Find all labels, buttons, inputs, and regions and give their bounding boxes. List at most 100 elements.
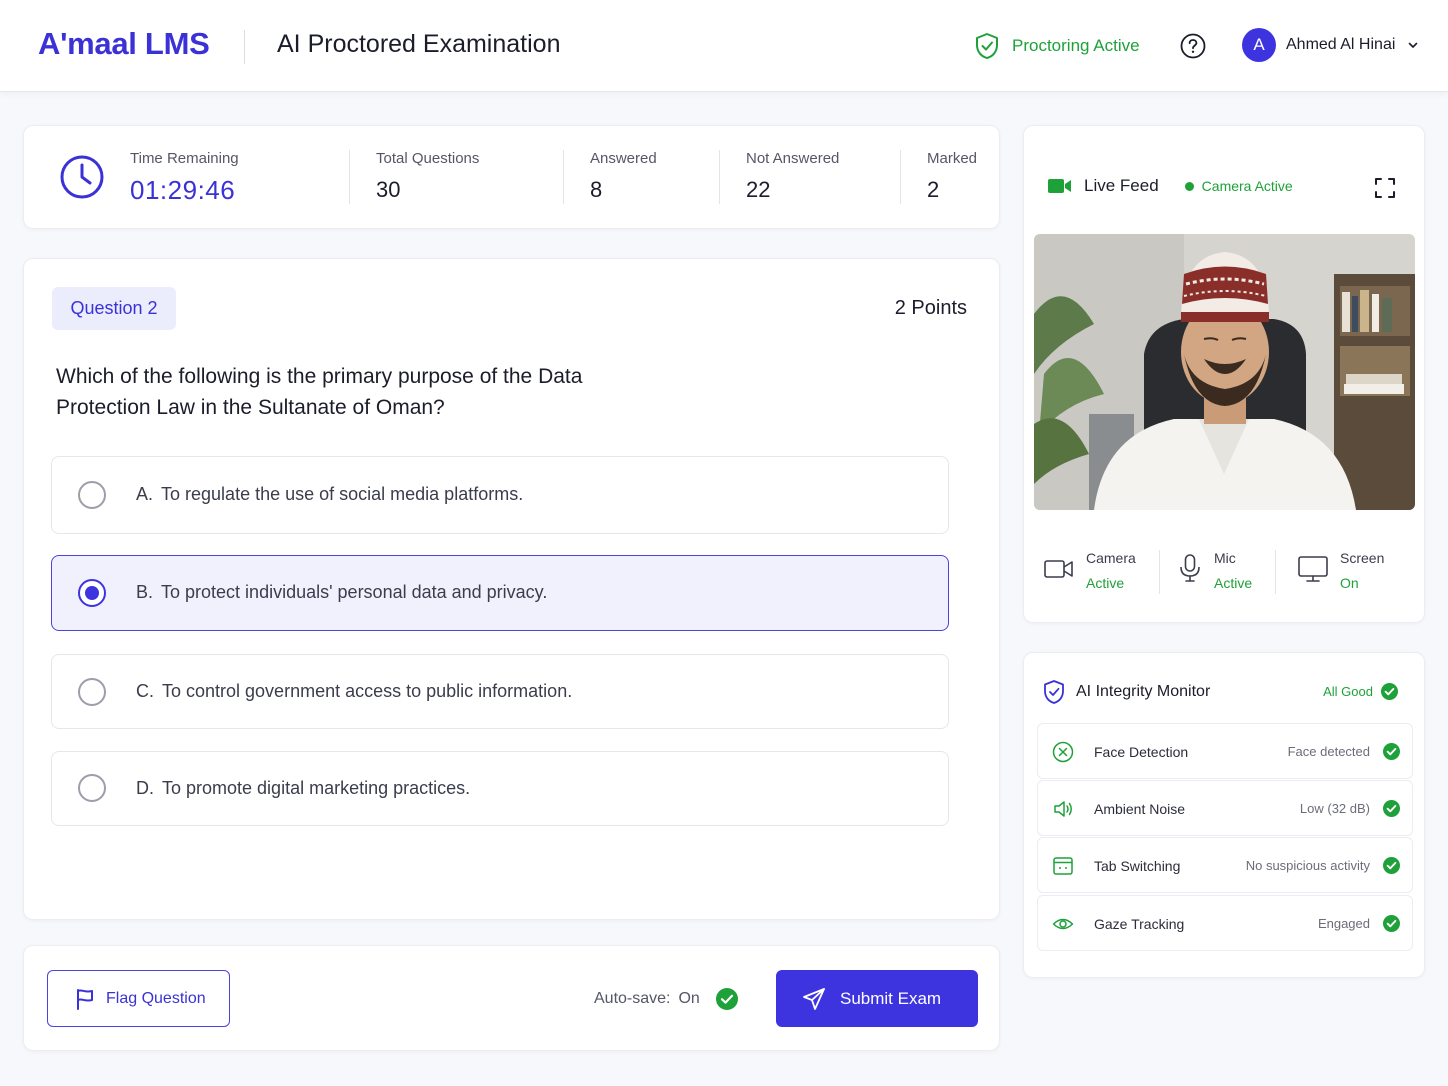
live-feed-header: Live Feed Camera Active: [1048, 176, 1293, 196]
not-answered-label: Not Answered: [746, 150, 840, 167]
shield-check-icon: [1044, 680, 1064, 704]
mic-device-text: Mic Active: [1214, 546, 1252, 596]
camera-device-status: Camera Active: [1044, 546, 1136, 596]
option-label: To regulate the use of social media plat…: [161, 484, 524, 504]
monitor-value: Face detected: [1287, 744, 1370, 759]
option-label: To promote digital marketing practices.: [162, 778, 471, 798]
monitor-row-ambient-noise: Ambient Noise Low (32 dB): [1037, 780, 1413, 836]
video-camera-icon: [1044, 560, 1073, 578]
autosave-value: On: [678, 990, 700, 1007]
answer-option-c[interactable]: C. To control government access to public…: [51, 654, 949, 729]
monitor-title: AI Integrity Monitor: [1076, 683, 1211, 700]
camera-status-label: Camera Active: [1201, 178, 1293, 194]
marked-count: Marked 2: [927, 150, 977, 203]
answered-value: 8: [590, 177, 603, 202]
check-circle-icon: [1383, 743, 1400, 760]
monitor-header: AI Integrity Monitor: [1042, 679, 1210, 705]
flag-question-button[interactable]: Flag Question: [47, 970, 230, 1027]
proctoring-status: Proctoring Active: [974, 32, 1140, 60]
option-label: To control government access to public i…: [162, 681, 573, 701]
device-name: Screen: [1340, 550, 1385, 566]
ai-integrity-monitor-card: AI Integrity Monitor All Good Face Detec…: [1023, 652, 1425, 978]
mic-device-status: Mic Active: [1178, 546, 1252, 596]
chevron-down-icon: [1409, 42, 1418, 48]
answered-label: Answered: [590, 150, 657, 167]
time-remaining-label: Time Remaining: [130, 150, 239, 167]
question-text: Which of the following is the primary pu…: [56, 365, 583, 419]
avatar: A: [1242, 28, 1276, 62]
face-scan-icon: [1052, 741, 1074, 763]
help-icon[interactable]: [1180, 33, 1206, 59]
device-divider: [1275, 550, 1276, 594]
submit-exam-button[interactable]: Submit Exam: [776, 970, 978, 1027]
monitor-status-label: All Good: [1323, 684, 1373, 699]
device-state: On: [1340, 575, 1359, 591]
camera-device-text: Camera Active: [1086, 546, 1136, 596]
total-questions-value: 30: [376, 177, 401, 202]
shield-check-icon: [976, 33, 998, 59]
check-circle-icon: [1383, 857, 1400, 874]
screen-device-status: Screen On: [1298, 546, 1384, 596]
option-letter: B.: [136, 582, 154, 602]
monitor-value: Low (32 dB): [1299, 801, 1370, 816]
proctoring-label: Proctoring Active: [1012, 36, 1140, 55]
radio-button[interactable]: [78, 481, 106, 509]
video-camera-icon: [1048, 179, 1071, 193]
device-name: Camera: [1086, 550, 1136, 566]
exam-actions-bar: Flag Question Auto-save: On Submit Exam: [23, 945, 1000, 1051]
option-text: A. To regulate the use of social media pl…: [136, 484, 523, 505]
brand-logo[interactable]: A'maal LMS: [38, 26, 210, 62]
monitor-label: Tab Switching: [1094, 858, 1181, 874]
device-state: Active: [1086, 575, 1125, 591]
radio-button-selected[interactable]: [78, 579, 106, 607]
submit-exam-label: Submit Exam: [840, 988, 942, 1008]
monitor-value: No suspicious activity: [1245, 858, 1370, 873]
stat-divider: [563, 150, 564, 204]
check-circle-icon: [1381, 683, 1398, 700]
screen-device-text: Screen On: [1340, 546, 1384, 596]
send-icon: [803, 987, 825, 1010]
user-name: Ahmed Al Hinai: [1286, 36, 1396, 53]
fullscreen-icon[interactable]: [1373, 176, 1397, 200]
check-circle-icon: [1383, 915, 1400, 932]
webcam-video-feed: [1034, 234, 1415, 510]
answer-option-a[interactable]: A. To regulate the use of social media pl…: [51, 456, 949, 534]
not-answered-value: 22: [746, 177, 771, 202]
eye-icon: [1052, 918, 1074, 930]
stat-divider: [900, 150, 901, 204]
option-text: C. To control government access to public…: [136, 681, 572, 702]
monitor-label: Face Detection: [1094, 744, 1189, 760]
option-letter: C.: [136, 681, 154, 701]
monitor-icon: [1298, 556, 1328, 582]
live-feed-title: Live Feed: [1084, 176, 1159, 195]
monitor-label: Ambient Noise: [1094, 801, 1186, 817]
radio-button[interactable]: [78, 774, 106, 802]
monitor-row-gaze-tracking: Gaze Tracking Engaged: [1037, 895, 1413, 951]
answer-option-d[interactable]: D. To promote digital marketing practices…: [51, 751, 949, 826]
total-questions: Total Questions 30: [376, 150, 479, 203]
header-divider: [244, 30, 245, 64]
not-answered-count: Not Answered 22: [746, 150, 839, 203]
live-feed-card: Live Feed Camera Active Camera Active Mi…: [1023, 125, 1425, 623]
device-name: Mic: [1214, 550, 1236, 566]
marked-label: Marked: [927, 150, 978, 167]
answer-option-b[interactable]: B. To protect individuals' personal data …: [51, 555, 949, 631]
answered-count: Answered 8: [590, 150, 657, 203]
option-label: To protect individuals' personal data an…: [161, 582, 548, 602]
microphone-icon: [1180, 554, 1200, 582]
device-divider: [1159, 550, 1160, 594]
marked-value: 2: [927, 177, 940, 202]
stat-divider: [349, 150, 350, 204]
check-circle-icon: [715, 988, 738, 1010]
device-state: Active: [1214, 575, 1253, 591]
time-remaining-value: 01:29:46: [130, 175, 236, 205]
radio-button[interactable]: [78, 678, 106, 706]
autosave-label: Auto-save:: [594, 990, 671, 1007]
page-title: AI Proctored Examination: [277, 30, 561, 58]
user-menu[interactable]: A Ahmed Al Hinai: [1242, 28, 1419, 62]
monitor-row-face-detection: Face Detection Face detected: [1037, 723, 1413, 779]
monitor-label: Gaze Tracking: [1094, 916, 1185, 932]
option-letter: D.: [136, 778, 154, 798]
monitor-row-tab-switching: Tab Switching No suspicious activity: [1037, 837, 1413, 893]
stat-divider: [719, 150, 720, 204]
